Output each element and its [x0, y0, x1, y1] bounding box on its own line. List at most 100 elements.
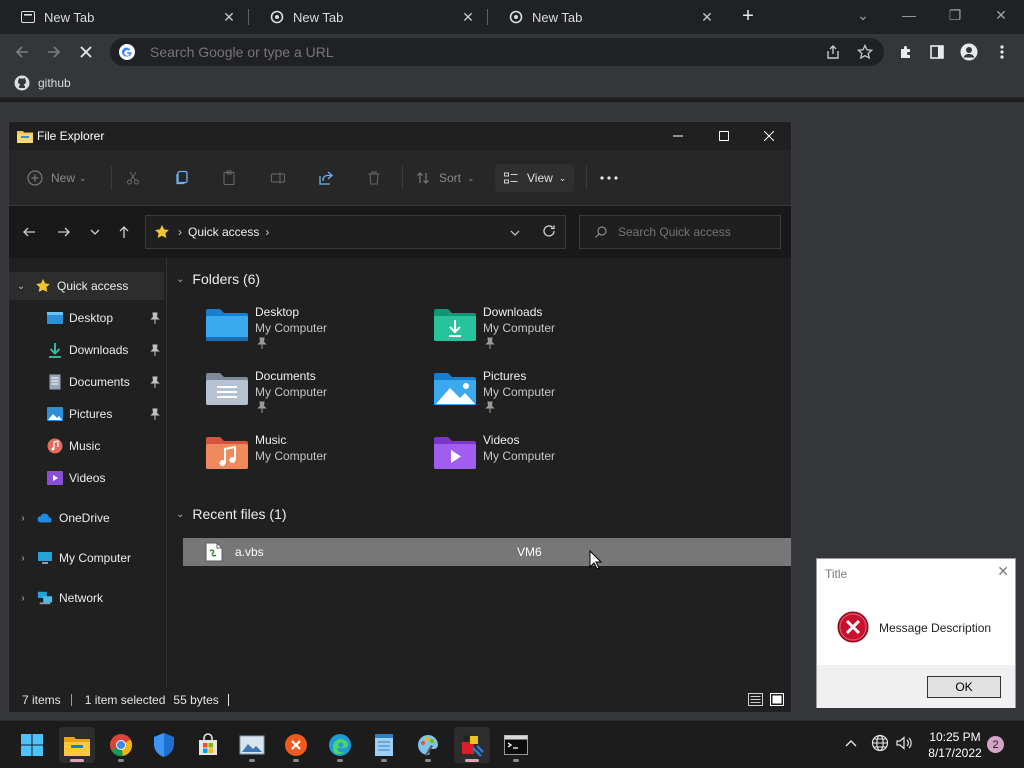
large-icons-view-icon[interactable] — [770, 693, 784, 709]
up-button[interactable] — [112, 220, 136, 244]
sidebar-item-quick-access[interactable]: ⌄ Quick access — [9, 272, 164, 300]
folders-section-header[interactable]: ⌄ Folders (6) — [176, 271, 260, 287]
browser-tab-2[interactable]: New Tab ✕ — [249, 0, 487, 34]
tab-search-chevron-icon[interactable]: ⌄ — [840, 0, 886, 30]
side-panel-button[interactable] — [923, 38, 951, 66]
volume-speaker-icon[interactable] — [895, 734, 913, 757]
taskbar-notepad[interactable] — [366, 727, 402, 763]
back-button[interactable] — [8, 38, 36, 66]
taskbar-paint[interactable] — [410, 727, 446, 763]
taskbar-microsoft-store[interactable] — [190, 727, 226, 763]
profile-button[interactable] — [955, 38, 983, 66]
explorer-back-button[interactable] — [17, 220, 41, 244]
close-tab-icon[interactable]: ✕ — [698, 8, 716, 26]
explorer-close-button[interactable] — [746, 122, 792, 150]
taskbar-windows-security[interactable] — [146, 727, 182, 763]
sidebar-item-pictures[interactable]: Pictures — [9, 400, 164, 428]
explorer-search-input[interactable] — [618, 225, 778, 239]
sidebar-item-downloads[interactable]: Downloads — [9, 336, 164, 364]
taskbar-edge[interactable] — [322, 727, 358, 763]
show-hidden-icons-chevron-icon[interactable] — [845, 735, 857, 753]
extensions-button[interactable] — [892, 38, 920, 66]
view-label: View — [527, 171, 553, 185]
breadcrumb-quick-access[interactable]: Quick access — [188, 225, 259, 239]
new-button[interactable]: New ⌄ — [27, 164, 87, 192]
folder-tile-pictures[interactable]: Pictures My Computer — [433, 369, 653, 429]
recent-file-row[interactable]: a.vbs VM6 — [183, 538, 791, 566]
sidebar-item-documents[interactable]: Documents — [9, 368, 164, 396]
pin-icon[interactable] — [150, 344, 160, 356]
omnibox[interactable] — [110, 38, 884, 66]
pin-icon[interactable] — [150, 376, 160, 388]
chrome-menu-button[interactable] — [988, 38, 1016, 66]
system-clock[interactable]: 10:25 PM 8/17/2022 — [920, 729, 990, 761]
address-bar[interactable]: › Quick access › — [145, 215, 566, 249]
taskbar-chrome[interactable] — [103, 727, 139, 763]
sidebar-item-onedrive[interactable]: › OneDrive — [9, 504, 164, 532]
new-tab-button[interactable]: + — [737, 6, 759, 28]
copy-button[interactable] — [174, 164, 190, 192]
bookmark-label: github — [38, 76, 71, 90]
notification-badge[interactable]: 2 — [987, 736, 1004, 753]
details-view-icon[interactable] — [748, 693, 763, 709]
rename-button[interactable] — [270, 164, 286, 192]
address-history-chevron-icon[interactable] — [510, 225, 520, 243]
taskbar-terminal[interactable] — [498, 727, 534, 763]
sidebar-item-music[interactable]: Music — [9, 432, 164, 460]
sidebar-item-desktop[interactable]: Desktop — [9, 304, 164, 332]
stop-loading-button[interactable] — [72, 38, 100, 66]
pin-icon[interactable] — [150, 408, 160, 420]
browser-tab-3[interactable]: New Tab ✕ — [488, 0, 726, 34]
explorer-minimize-button[interactable] — [655, 122, 701, 150]
forward-button[interactable] — [40, 38, 68, 66]
recent-files-section-header[interactable]: ⌄ Recent files (1) — [176, 506, 287, 522]
browser-tab-1[interactable]: New Tab ✕ — [0, 0, 248, 34]
item-count: 7 items — [22, 693, 61, 707]
dialog-close-button[interactable]: ✕ — [997, 563, 1009, 580]
explorer-forward-button[interactable] — [52, 220, 76, 244]
network-globe-icon[interactable] — [871, 734, 889, 757]
folder-tile-videos[interactable]: Videos My Computer — [433, 433, 653, 493]
taskbar-photo-viewer[interactable] — [234, 727, 270, 763]
folder-tile-desktop[interactable]: Desktop My Computer — [205, 305, 425, 365]
collapse-chevron-icon[interactable]: ⌄ — [176, 274, 184, 285]
refresh-icon[interactable] — [542, 224, 556, 243]
close-tab-icon[interactable]: ✕ — [220, 8, 238, 26]
breadcrumb-chevron-icon[interactable]: › — [265, 225, 269, 239]
cut-button[interactable] — [125, 164, 141, 192]
view-button[interactable]: View ⌄ — [495, 164, 575, 192]
expand-chevron-icon[interactable]: › — [17, 593, 29, 604]
share-icon[interactable] — [824, 43, 842, 61]
sort-button[interactable]: Sort ⌄ — [415, 164, 475, 192]
folder-tile-music[interactable]: Music My Computer — [205, 433, 425, 493]
explorer-maximize-button[interactable] — [701, 122, 747, 150]
omnibox-input[interactable] — [150, 44, 790, 60]
explorer-search-box[interactable] — [579, 215, 781, 249]
expand-chevron-icon[interactable]: › — [17, 513, 29, 524]
delete-button[interactable] — [366, 164, 382, 192]
bookmark-github[interactable]: github — [14, 75, 71, 91]
taskbar-tool-app[interactable] — [454, 727, 490, 763]
sidebar-item-network[interactable]: › Network — [9, 584, 164, 612]
paste-button[interactable] — [221, 164, 237, 192]
see-more-button[interactable] — [599, 164, 619, 192]
recent-locations-button[interactable] — [83, 220, 107, 244]
bookmark-star-icon[interactable] — [856, 43, 874, 61]
collapse-chevron-icon[interactable]: ⌄ — [176, 509, 184, 520]
expand-chevron-icon[interactable]: ⌄ — [15, 281, 27, 292]
taskbar-app-x[interactable] — [278, 727, 314, 763]
sidebar-item-videos[interactable]: Videos — [9, 464, 164, 492]
ok-button[interactable]: OK — [927, 676, 1001, 698]
expand-chevron-icon[interactable]: › — [17, 553, 29, 564]
sidebar-item-my-computer[interactable]: › My Computer — [9, 544, 164, 572]
folder-tile-documents[interactable]: Documents My Computer — [205, 369, 425, 429]
pin-icon[interactable] — [150, 312, 160, 324]
share-button[interactable] — [318, 164, 334, 192]
restore-button[interactable]: ❐ — [932, 0, 978, 30]
close-window-button[interactable]: ✕ — [978, 0, 1024, 30]
start-button[interactable] — [14, 727, 50, 763]
taskbar-file-explorer[interactable] — [59, 727, 95, 763]
minimize-button[interactable]: — — [886, 0, 932, 30]
folder-tile-downloads[interactable]: Downloads My Computer — [433, 305, 653, 365]
close-tab-icon[interactable]: ✕ — [459, 8, 477, 26]
